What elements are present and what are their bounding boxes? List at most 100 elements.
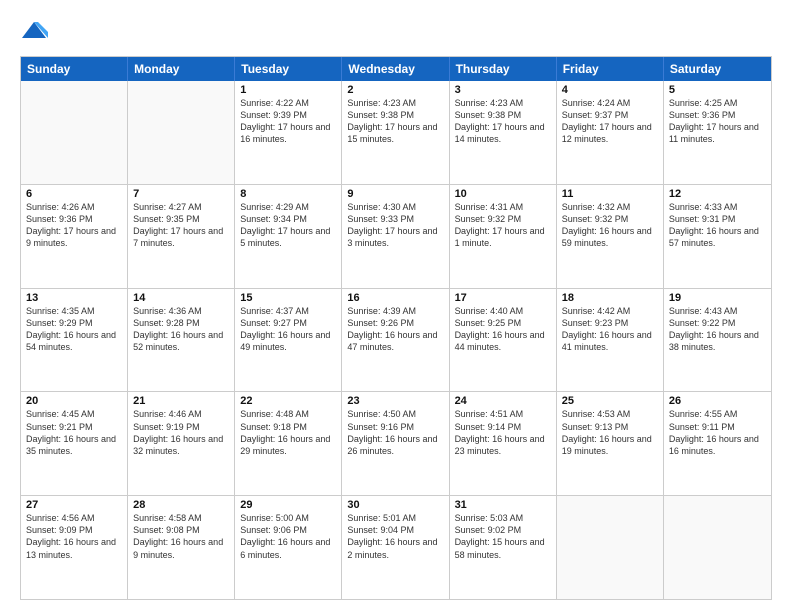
day-info: Sunrise: 4:36 AM Sunset: 9:28 PM Dayligh… <box>133 305 229 354</box>
logo-icon <box>20 18 48 46</box>
header-day-wednesday: Wednesday <box>342 57 449 81</box>
day-number: 22 <box>240 395 336 407</box>
day-info: Sunrise: 4:27 AM Sunset: 9:35 PM Dayligh… <box>133 201 229 250</box>
header-day-saturday: Saturday <box>664 57 771 81</box>
empty-cell <box>128 81 235 184</box>
day-number: 24 <box>455 395 551 407</box>
day-info: Sunrise: 5:03 AM Sunset: 9:02 PM Dayligh… <box>455 512 551 561</box>
day-cell-11: 11Sunrise: 4:32 AM Sunset: 9:32 PM Dayli… <box>557 185 664 288</box>
day-cell-19: 19Sunrise: 4:43 AM Sunset: 9:22 PM Dayli… <box>664 289 771 392</box>
day-cell-29: 29Sunrise: 5:00 AM Sunset: 9:06 PM Dayli… <box>235 496 342 599</box>
day-number: 15 <box>240 292 336 304</box>
day-info: Sunrise: 5:01 AM Sunset: 9:04 PM Dayligh… <box>347 512 443 561</box>
day-info: Sunrise: 4:46 AM Sunset: 9:19 PM Dayligh… <box>133 408 229 457</box>
calendar-week-3: 13Sunrise: 4:35 AM Sunset: 9:29 PM Dayli… <box>21 288 771 392</box>
day-cell-6: 6Sunrise: 4:26 AM Sunset: 9:36 PM Daylig… <box>21 185 128 288</box>
day-number: 31 <box>455 499 551 511</box>
day-info: Sunrise: 4:29 AM Sunset: 9:34 PM Dayligh… <box>240 201 336 250</box>
day-info: Sunrise: 4:32 AM Sunset: 9:32 PM Dayligh… <box>562 201 658 250</box>
day-cell-12: 12Sunrise: 4:33 AM Sunset: 9:31 PM Dayli… <box>664 185 771 288</box>
day-info: Sunrise: 4:26 AM Sunset: 9:36 PM Dayligh… <box>26 201 122 250</box>
header-day-sunday: Sunday <box>21 57 128 81</box>
day-info: Sunrise: 4:33 AM Sunset: 9:31 PM Dayligh… <box>669 201 766 250</box>
day-cell-30: 30Sunrise: 5:01 AM Sunset: 9:04 PM Dayli… <box>342 496 449 599</box>
day-number: 4 <box>562 84 658 96</box>
day-cell-4: 4Sunrise: 4:24 AM Sunset: 9:37 PM Daylig… <box>557 81 664 184</box>
day-number: 19 <box>669 292 766 304</box>
day-cell-3: 3Sunrise: 4:23 AM Sunset: 9:38 PM Daylig… <box>450 81 557 184</box>
day-number: 26 <box>669 395 766 407</box>
day-cell-1: 1Sunrise: 4:22 AM Sunset: 9:39 PM Daylig… <box>235 81 342 184</box>
header-day-thursday: Thursday <box>450 57 557 81</box>
calendar: SundayMondayTuesdayWednesdayThursdayFrid… <box>20 56 772 600</box>
day-number: 11 <box>562 188 658 200</box>
day-info: Sunrise: 4:24 AM Sunset: 9:37 PM Dayligh… <box>562 97 658 146</box>
day-number: 17 <box>455 292 551 304</box>
calendar-week-1: 1Sunrise: 4:22 AM Sunset: 9:39 PM Daylig… <box>21 81 771 184</box>
day-cell-26: 26Sunrise: 4:55 AM Sunset: 9:11 PM Dayli… <box>664 392 771 495</box>
day-info: Sunrise: 4:58 AM Sunset: 9:08 PM Dayligh… <box>133 512 229 561</box>
day-number: 16 <box>347 292 443 304</box>
day-number: 30 <box>347 499 443 511</box>
header-day-friday: Friday <box>557 57 664 81</box>
day-info: Sunrise: 4:30 AM Sunset: 9:33 PM Dayligh… <box>347 201 443 250</box>
day-number: 20 <box>26 395 122 407</box>
day-info: Sunrise: 4:50 AM Sunset: 9:16 PM Dayligh… <box>347 408 443 457</box>
day-info: Sunrise: 4:40 AM Sunset: 9:25 PM Dayligh… <box>455 305 551 354</box>
empty-cell <box>21 81 128 184</box>
calendar-week-5: 27Sunrise: 4:56 AM Sunset: 9:09 PM Dayli… <box>21 495 771 599</box>
day-cell-15: 15Sunrise: 4:37 AM Sunset: 9:27 PM Dayli… <box>235 289 342 392</box>
day-number: 13 <box>26 292 122 304</box>
day-info: Sunrise: 4:23 AM Sunset: 9:38 PM Dayligh… <box>347 97 443 146</box>
calendar-header-row: SundayMondayTuesdayWednesdayThursdayFrid… <box>21 57 771 81</box>
day-cell-23: 23Sunrise: 4:50 AM Sunset: 9:16 PM Dayli… <box>342 392 449 495</box>
day-info: Sunrise: 4:51 AM Sunset: 9:14 PM Dayligh… <box>455 408 551 457</box>
day-info: Sunrise: 4:43 AM Sunset: 9:22 PM Dayligh… <box>669 305 766 354</box>
day-number: 9 <box>347 188 443 200</box>
day-number: 3 <box>455 84 551 96</box>
day-info: Sunrise: 4:25 AM Sunset: 9:36 PM Dayligh… <box>669 97 766 146</box>
day-cell-17: 17Sunrise: 4:40 AM Sunset: 9:25 PM Dayli… <box>450 289 557 392</box>
day-number: 7 <box>133 188 229 200</box>
day-info: Sunrise: 4:35 AM Sunset: 9:29 PM Dayligh… <box>26 305 122 354</box>
day-cell-18: 18Sunrise: 4:42 AM Sunset: 9:23 PM Dayli… <box>557 289 664 392</box>
day-cell-25: 25Sunrise: 4:53 AM Sunset: 9:13 PM Dayli… <box>557 392 664 495</box>
day-info: Sunrise: 4:39 AM Sunset: 9:26 PM Dayligh… <box>347 305 443 354</box>
day-cell-16: 16Sunrise: 4:39 AM Sunset: 9:26 PM Dayli… <box>342 289 449 392</box>
day-number: 21 <box>133 395 229 407</box>
day-cell-21: 21Sunrise: 4:46 AM Sunset: 9:19 PM Dayli… <box>128 392 235 495</box>
day-info: Sunrise: 4:23 AM Sunset: 9:38 PM Dayligh… <box>455 97 551 146</box>
header-day-monday: Monday <box>128 57 235 81</box>
day-number: 18 <box>562 292 658 304</box>
day-info: Sunrise: 4:31 AM Sunset: 9:32 PM Dayligh… <box>455 201 551 250</box>
day-number: 27 <box>26 499 122 511</box>
day-number: 25 <box>562 395 658 407</box>
day-number: 10 <box>455 188 551 200</box>
day-number: 12 <box>669 188 766 200</box>
day-number: 1 <box>240 84 336 96</box>
day-number: 2 <box>347 84 443 96</box>
empty-cell <box>664 496 771 599</box>
calendar-week-4: 20Sunrise: 4:45 AM Sunset: 9:21 PM Dayli… <box>21 391 771 495</box>
day-cell-24: 24Sunrise: 4:51 AM Sunset: 9:14 PM Dayli… <box>450 392 557 495</box>
day-cell-7: 7Sunrise: 4:27 AM Sunset: 9:35 PM Daylig… <box>128 185 235 288</box>
day-info: Sunrise: 4:22 AM Sunset: 9:39 PM Dayligh… <box>240 97 336 146</box>
empty-cell <box>557 496 664 599</box>
calendar-body: 1Sunrise: 4:22 AM Sunset: 9:39 PM Daylig… <box>21 81 771 599</box>
logo <box>20 18 52 46</box>
day-cell-13: 13Sunrise: 4:35 AM Sunset: 9:29 PM Dayli… <box>21 289 128 392</box>
day-cell-10: 10Sunrise: 4:31 AM Sunset: 9:32 PM Dayli… <box>450 185 557 288</box>
day-number: 5 <box>669 84 766 96</box>
day-info: Sunrise: 4:53 AM Sunset: 9:13 PM Dayligh… <box>562 408 658 457</box>
header-day-tuesday: Tuesday <box>235 57 342 81</box>
day-cell-14: 14Sunrise: 4:36 AM Sunset: 9:28 PM Dayli… <box>128 289 235 392</box>
day-cell-5: 5Sunrise: 4:25 AM Sunset: 9:36 PM Daylig… <box>664 81 771 184</box>
day-cell-22: 22Sunrise: 4:48 AM Sunset: 9:18 PM Dayli… <box>235 392 342 495</box>
day-info: Sunrise: 4:55 AM Sunset: 9:11 PM Dayligh… <box>669 408 766 457</box>
day-info: Sunrise: 4:45 AM Sunset: 9:21 PM Dayligh… <box>26 408 122 457</box>
day-info: Sunrise: 4:48 AM Sunset: 9:18 PM Dayligh… <box>240 408 336 457</box>
calendar-week-2: 6Sunrise: 4:26 AM Sunset: 9:36 PM Daylig… <box>21 184 771 288</box>
day-info: Sunrise: 4:42 AM Sunset: 9:23 PM Dayligh… <box>562 305 658 354</box>
day-number: 29 <box>240 499 336 511</box>
day-number: 6 <box>26 188 122 200</box>
